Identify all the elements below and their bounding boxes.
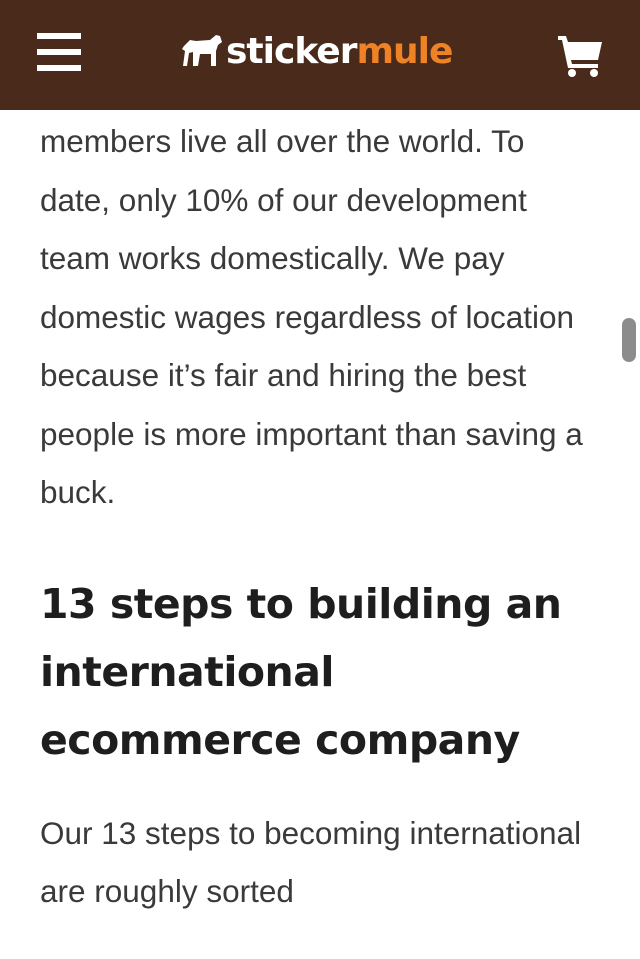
shopping-cart-icon xyxy=(558,36,602,77)
logo-text-mule: mule xyxy=(356,31,453,72)
article-paragraph: Our 13 steps to becoming international a… xyxy=(40,814,582,910)
section-heading: 13 steps to building an international ec… xyxy=(40,579,562,764)
scrollbar-thumb[interactable] xyxy=(622,318,636,362)
article-content: members live all over the world. To date… xyxy=(40,110,600,921)
hamburger-menu-button[interactable] xyxy=(37,30,81,74)
menu-icon-bar xyxy=(37,49,81,55)
mule-logo-icon xyxy=(182,35,222,66)
cart-button[interactable] xyxy=(556,34,606,78)
site-header: stickermule xyxy=(0,0,640,110)
menu-icon-bar xyxy=(37,65,81,71)
logo-text-sticker: sticker xyxy=(226,31,357,72)
menu-icon-bar xyxy=(37,33,81,39)
stickermule-logo-link[interactable]: stickermule xyxy=(180,27,453,77)
article-paragraph: members live all over the world. To date… xyxy=(40,123,583,510)
